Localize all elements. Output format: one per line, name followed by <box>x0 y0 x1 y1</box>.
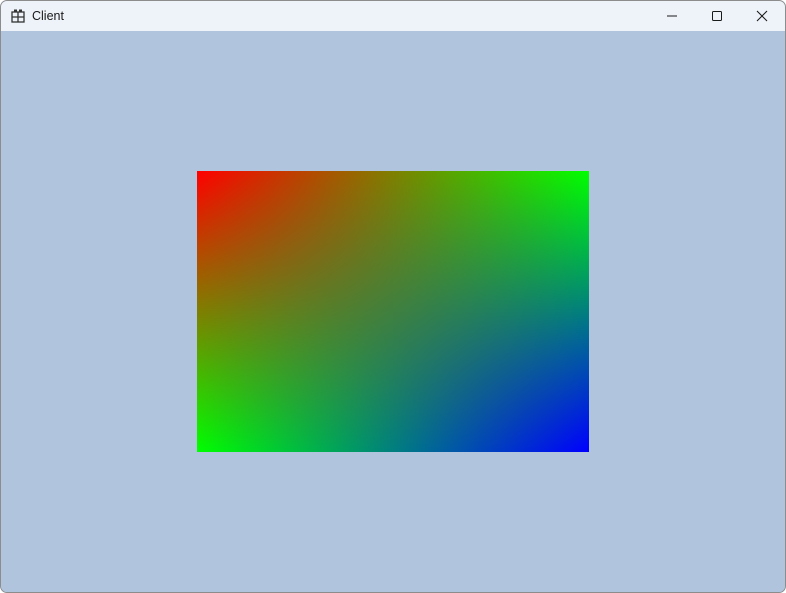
minimize-icon <box>667 15 677 17</box>
close-icon <box>756 10 768 22</box>
close-button[interactable] <box>739 1 785 31</box>
minimize-button[interactable] <box>649 1 695 31</box>
maximize-button[interactable] <box>694 1 740 31</box>
maximize-icon <box>712 11 722 21</box>
app-window-icon <box>11 9 25 23</box>
client-area <box>1 31 785 592</box>
title-bar[interactable]: Client <box>1 1 785 31</box>
window-title: Client <box>32 9 64 23</box>
gradient-quad <box>197 171 589 452</box>
app-window: Client <box>0 0 786 593</box>
